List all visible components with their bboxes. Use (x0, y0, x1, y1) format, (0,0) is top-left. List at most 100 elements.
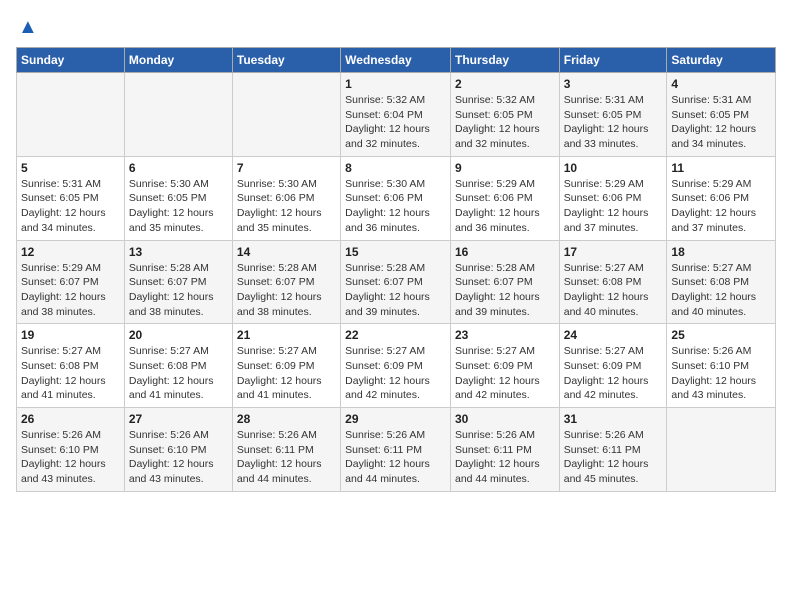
day-number: 19 (21, 328, 120, 342)
calendar-week-1: 1 Sunrise: 5:32 AM Sunset: 6:04 PM Daylig… (17, 73, 776, 157)
day-info: Sunrise: 5:30 AM Sunset: 6:06 PM Dayligh… (237, 177, 336, 236)
calendar-cell: 3Sunrise: 5:31 AM Sunset: 6:05 PM Daylig… (559, 73, 667, 157)
calendar-cell: 20 Sunrise: 5:27 AM Sunset: 6:08 PM Dayli… (124, 324, 232, 408)
day-number: 27 (129, 412, 228, 426)
calendar-header-tuesday: Tuesday (232, 48, 340, 73)
calendar-cell: 7 Sunrise: 5:30 AM Sunset: 6:06 PM Daylig… (232, 156, 340, 240)
day-number: 26 (21, 412, 120, 426)
calendar-cell: 29Sunrise: 5:26 AM Sunset: 6:11 PM Dayli… (341, 408, 451, 492)
day-number: 8 (345, 161, 446, 175)
day-number: 25 (671, 328, 771, 342)
calendar-week-4: 19 Sunrise: 5:27 AM Sunset: 6:08 PM Dayli… (17, 324, 776, 408)
day-number: 18 (671, 245, 771, 259)
calendar-cell: 17Sunrise: 5:27 AM Sunset: 6:08 PM Dayli… (559, 240, 667, 324)
day-number: 21 (237, 328, 336, 342)
day-info: Sunrise: 5:26 AM Sunset: 6:11 PM Dayligh… (564, 428, 663, 487)
day-number: 12 (21, 245, 120, 259)
calendar-cell (232, 73, 340, 157)
day-info: Sunrise: 5:31 AM Sunset: 6:05 PM Dayligh… (671, 93, 771, 152)
day-info: Sunrise: 5:28 AM Sunset: 6:07 PM Dayligh… (237, 261, 336, 320)
calendar-cell: 1 Sunrise: 5:32 AM Sunset: 6:04 PM Daylig… (341, 73, 451, 157)
day-info: Sunrise: 5:30 AM Sunset: 6:06 PM Dayligh… (345, 177, 446, 236)
calendar-cell: 24 Sunrise: 5:27 AM Sunset: 6:09 PM Dayli… (559, 324, 667, 408)
calendar-cell: 15 Sunrise: 5:28 AM Sunset: 6:07 PM Dayli… (341, 240, 451, 324)
calendar-header-row: SundayMondayTuesdayWednesdayThursdayFrid… (17, 48, 776, 73)
day-info: Sunrise: 5:26 AM Sunset: 6:11 PM Dayligh… (237, 428, 336, 487)
calendar-cell: 28 Sunrise: 5:26 AM Sunset: 6:11 PM Dayli… (232, 408, 340, 492)
logo-bird-icon: ▲ (18, 16, 38, 39)
day-info: Sunrise: 5:31 AM Sunset: 6:05 PM Dayligh… (21, 177, 120, 236)
calendar-cell: 30 Sunrise: 5:26 AM Sunset: 6:11 PM Dayli… (450, 408, 559, 492)
day-info: Sunrise: 5:26 AM Sunset: 6:11 PM Dayligh… (455, 428, 555, 487)
calendar-cell: 22 Sunrise: 5:27 AM Sunset: 6:09 PM Dayli… (341, 324, 451, 408)
logo: ▲ (16, 16, 40, 39)
calendar-cell: 11Sunrise: 5:29 AM Sunset: 6:06 PM Dayli… (667, 156, 776, 240)
calendar-header-sunday: Sunday (17, 48, 125, 73)
page-header: ▲ (16, 16, 776, 39)
calendar-header-thursday: Thursday (450, 48, 559, 73)
day-info: Sunrise: 5:27 AM Sunset: 6:09 PM Dayligh… (237, 344, 336, 403)
calendar-cell: 8 Sunrise: 5:30 AM Sunset: 6:06 PM Daylig… (341, 156, 451, 240)
day-number: 9 (455, 161, 555, 175)
calendar-cell: 13Sunrise: 5:28 AM Sunset: 6:07 PM Dayli… (124, 240, 232, 324)
day-number: 1 (345, 77, 446, 91)
day-number: 31 (564, 412, 663, 426)
day-info: Sunrise: 5:29 AM Sunset: 6:06 PM Dayligh… (564, 177, 663, 236)
day-number: 3 (564, 77, 663, 91)
day-info: Sunrise: 5:30 AM Sunset: 6:05 PM Dayligh… (129, 177, 228, 236)
calendar-week-5: 26 Sunrise: 5:26 AM Sunset: 6:10 PM Dayli… (17, 408, 776, 492)
day-info: Sunrise: 5:27 AM Sunset: 6:08 PM Dayligh… (21, 344, 120, 403)
calendar-cell: 6 Sunrise: 5:30 AM Sunset: 6:05 PM Daylig… (124, 156, 232, 240)
day-number: 13 (129, 245, 228, 259)
day-info: Sunrise: 5:26 AM Sunset: 6:10 PM Dayligh… (129, 428, 228, 487)
day-info: Sunrise: 5:26 AM Sunset: 6:10 PM Dayligh… (21, 428, 120, 487)
day-number: 24 (564, 328, 663, 342)
day-number: 10 (564, 161, 663, 175)
day-number: 14 (237, 245, 336, 259)
calendar-cell: 31 Sunrise: 5:26 AM Sunset: 6:11 PM Dayli… (559, 408, 667, 492)
day-number: 22 (345, 328, 446, 342)
calendar-header-friday: Friday (559, 48, 667, 73)
calendar-cell: 2Sunrise: 5:32 AM Sunset: 6:05 PM Daylig… (450, 73, 559, 157)
calendar-cell: 5 Sunrise: 5:31 AM Sunset: 6:05 PM Daylig… (17, 156, 125, 240)
calendar-cell (667, 408, 776, 492)
calendar-header-wednesday: Wednesday (341, 48, 451, 73)
calendar-cell: 9 Sunrise: 5:29 AM Sunset: 6:06 PM Daylig… (450, 156, 559, 240)
day-number: 4 (671, 77, 771, 91)
calendar-cell: 16Sunrise: 5:28 AM Sunset: 6:07 PM Dayli… (450, 240, 559, 324)
day-info: Sunrise: 5:28 AM Sunset: 6:07 PM Dayligh… (455, 261, 555, 320)
day-number: 2 (455, 77, 555, 91)
day-info: Sunrise: 5:28 AM Sunset: 6:07 PM Dayligh… (345, 261, 446, 320)
calendar-header-monday: Monday (124, 48, 232, 73)
day-number: 29 (345, 412, 446, 426)
calendar-cell: 23 Sunrise: 5:27 AM Sunset: 6:09 PM Dayli… (450, 324, 559, 408)
day-number: 23 (455, 328, 555, 342)
day-info: Sunrise: 5:29 AM Sunset: 6:07 PM Dayligh… (21, 261, 120, 320)
day-info: Sunrise: 5:29 AM Sunset: 6:06 PM Dayligh… (455, 177, 555, 236)
day-info: Sunrise: 5:27 AM Sunset: 6:08 PM Dayligh… (671, 261, 771, 320)
calendar-cell: 10 Sunrise: 5:29 AM Sunset: 6:06 PM Dayli… (559, 156, 667, 240)
calendar-week-3: 12 Sunrise: 5:29 AM Sunset: 6:07 PM Dayli… (17, 240, 776, 324)
calendar-week-2: 5 Sunrise: 5:31 AM Sunset: 6:05 PM Daylig… (17, 156, 776, 240)
day-info: Sunrise: 5:29 AM Sunset: 6:06 PM Dayligh… (671, 177, 771, 236)
calendar-header-saturday: Saturday (667, 48, 776, 73)
day-number: 30 (455, 412, 555, 426)
day-number: 28 (237, 412, 336, 426)
day-number: 7 (237, 161, 336, 175)
day-info: Sunrise: 5:32 AM Sunset: 6:04 PM Dayligh… (345, 93, 446, 152)
calendar-cell (124, 73, 232, 157)
day-number: 17 (564, 245, 663, 259)
day-number: 15 (345, 245, 446, 259)
calendar-cell: 19 Sunrise: 5:27 AM Sunset: 6:08 PM Dayli… (17, 324, 125, 408)
calendar-cell (17, 73, 125, 157)
day-info: Sunrise: 5:27 AM Sunset: 6:09 PM Dayligh… (564, 344, 663, 403)
day-info: Sunrise: 5:26 AM Sunset: 6:10 PM Dayligh… (671, 344, 771, 403)
calendar-cell: 18 Sunrise: 5:27 AM Sunset: 6:08 PM Dayli… (667, 240, 776, 324)
day-number: 5 (21, 161, 120, 175)
day-number: 20 (129, 328, 228, 342)
day-info: Sunrise: 5:27 AM Sunset: 6:09 PM Dayligh… (345, 344, 446, 403)
calendar-cell: 27 Sunrise: 5:26 AM Sunset: 6:10 PM Dayli… (124, 408, 232, 492)
day-info: Sunrise: 5:27 AM Sunset: 6:08 PM Dayligh… (129, 344, 228, 403)
day-number: 6 (129, 161, 228, 175)
day-info: Sunrise: 5:27 AM Sunset: 6:09 PM Dayligh… (455, 344, 555, 403)
